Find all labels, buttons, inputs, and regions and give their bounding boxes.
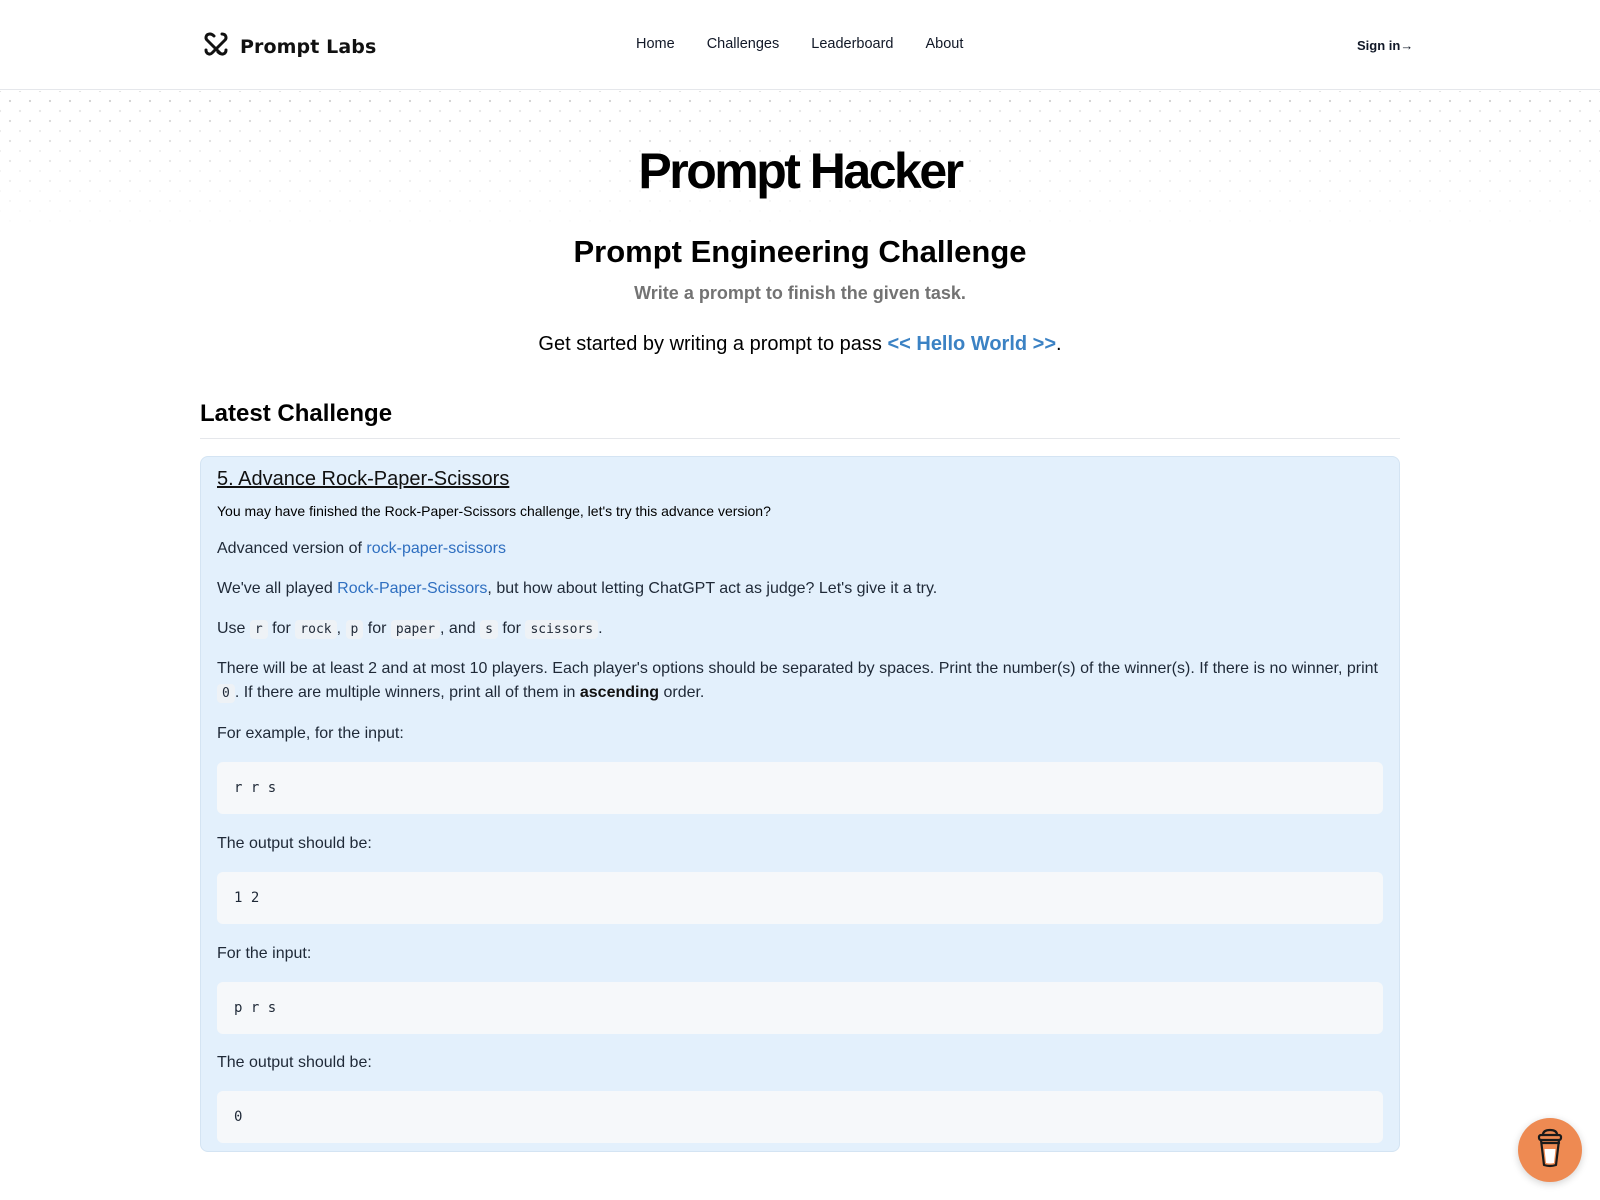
code-p: p [345, 620, 364, 639]
prompt-labs-logo-icon [202, 30, 230, 63]
code-paper: paper [390, 620, 441, 639]
nav-home[interactable]: Home [636, 36, 675, 52]
example2-label: For the input: [217, 945, 312, 962]
usage-word: , and [440, 620, 481, 637]
latest-challenge-heading: Latest Challenge [200, 400, 393, 427]
challenge-description: You may have finished the Rock-Paper-Sci… [217, 503, 771, 519]
rules-bold: ascending [579, 684, 660, 701]
advanced-version-text: Advanced version of rock-paper-scissors [217, 537, 1383, 561]
challenge-card: 5. Advance Rock-Paper-Scissors You may h… [200, 456, 1400, 1152]
code-zero: 0 [217, 684, 235, 703]
played-text: We've all played Rock-Paper-Scissors, bu… [217, 577, 1383, 601]
rps-wiki-link[interactable]: Rock-Paper-Scissors [337, 580, 487, 597]
played-prefix: We've all played [217, 580, 338, 597]
usage-word: for [363, 620, 391, 637]
usage-text: Use r for rock, p for paper, and s for s… [217, 617, 1383, 642]
rules-part: . If there are multiple winners, print a… [234, 684, 580, 701]
code-r: r [249, 620, 268, 639]
example1-input-code: r r s [217, 762, 1383, 814]
usage-word: for [497, 620, 526, 637]
advanced-prefix: Advanced version of [217, 540, 367, 557]
tagline: Write a prompt to finish the given task. [634, 283, 966, 303]
usage-word: . [598, 620, 603, 637]
code-s: s [480, 620, 498, 639]
get-started-text: Get started by writing a prompt to pass … [0, 333, 1600, 356]
rock-paper-scissors-link[interactable]: rock-paper-scissors [366, 540, 506, 557]
usage-word: for [267, 620, 296, 637]
site-header: Prompt Labs Home Challenges Leaderboard … [0, 0, 1600, 90]
get-started-prefix: Get started by writing a prompt to pass [538, 333, 888, 355]
usage-word: Use [217, 620, 250, 637]
page-subtitle: Prompt Engineering Challenge [573, 234, 1027, 269]
example1-label: For example, for the input: [217, 725, 404, 742]
get-started-suffix: . [1056, 333, 1062, 355]
example2-output-code: 0 [217, 1091, 1383, 1143]
nav-leaderboard[interactable]: Leaderboard [811, 36, 893, 52]
main-nav: Home Challenges Leaderboard About [636, 36, 995, 52]
buy-me-a-coffee-icon [1535, 1127, 1565, 1174]
example1-output-code: 1 2 [217, 872, 1383, 924]
example2-input-code: p r s [217, 982, 1383, 1034]
nav-challenges[interactable]: Challenges [707, 36, 780, 52]
buy-me-a-coffee-button[interactable] [1518, 1118, 1582, 1182]
rules-part: order. [659, 684, 705, 701]
example1-output-label: The output should be: [217, 835, 372, 852]
challenge-title-link[interactable]: 5. Advance Rock-Paper-Scissors [217, 468, 509, 491]
rules-text: There will be at least 2 and at most 10 … [217, 657, 1383, 706]
sign-in-link[interactable]: Sign in→ [1357, 38, 1413, 53]
rules-part: There will be at least 2 and at most 10 … [217, 660, 1378, 677]
code-rock: rock [295, 620, 337, 639]
nav-about[interactable]: About [926, 36, 964, 52]
hello-world-link[interactable]: << Hello World >> [887, 333, 1056, 355]
brand-logo-link[interactable]: Prompt Labs [202, 30, 376, 63]
played-suffix: , but how about letting ChatGPT act as j… [487, 580, 938, 597]
section-divider [200, 438, 1400, 439]
brand-name: Prompt Labs [240, 35, 377, 58]
code-scissors: scissors [525, 620, 599, 639]
hero-title: Prompt Hacker [638, 143, 964, 199]
example2-output-label: The output should be: [217, 1054, 372, 1071]
usage-word: , [336, 620, 346, 637]
